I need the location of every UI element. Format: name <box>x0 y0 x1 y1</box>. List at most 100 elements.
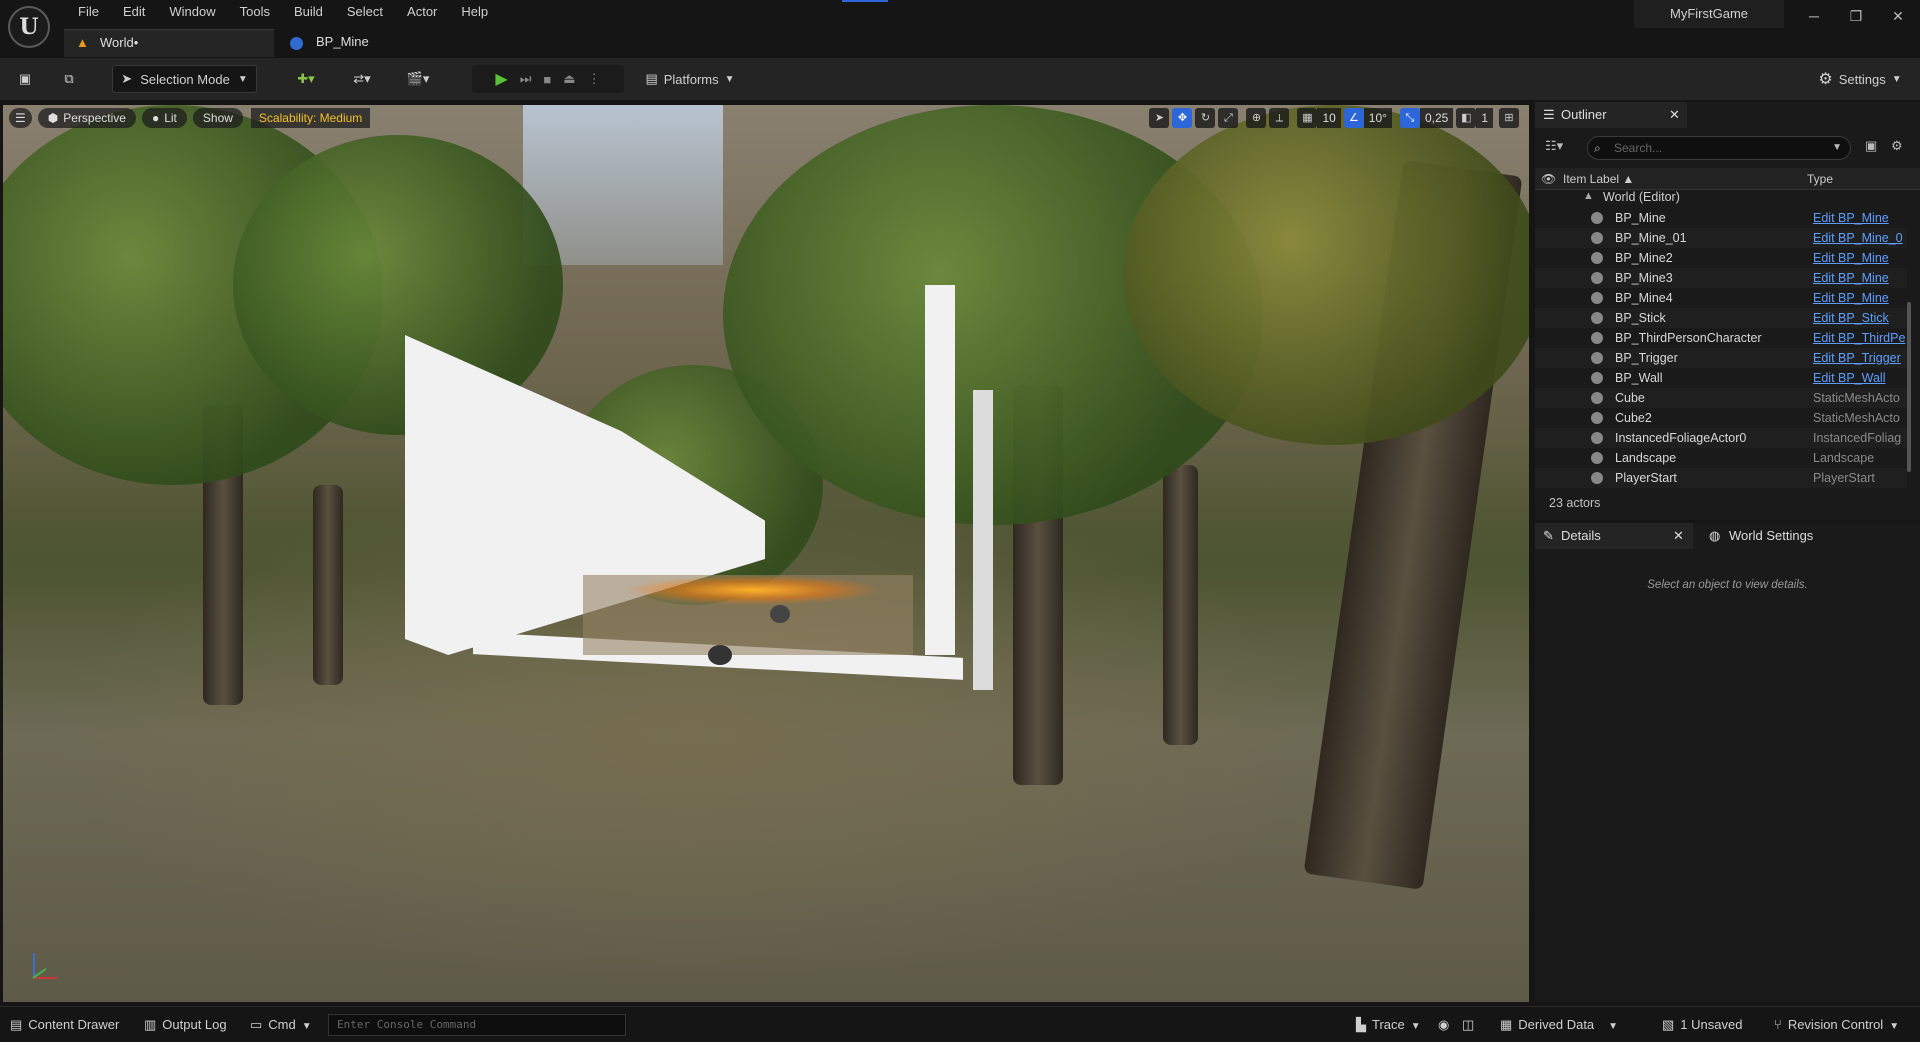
cmd-dropdown[interactable]: ▭ Cmd ▼ <box>250 1016 312 1034</box>
world-space-icon[interactable]: ⊕ <box>1246 108 1267 128</box>
add-actor-icon[interactable]: ✚▾ <box>286 65 326 93</box>
mine[interactable] <box>770 605 790 623</box>
visibility-icon[interactable]: 👁 <box>1541 168 1556 190</box>
scalability-indicator[interactable]: Scalability: Medium <box>250 108 371 128</box>
unsaved-button[interactable]: ▧ 1 Unsaved <box>1662 1016 1742 1034</box>
more-options-icon[interactable]: ⋮ <box>588 71 601 87</box>
edit-blueprint-link[interactable]: Edit BP_ThirdPe <box>1813 328 1907 348</box>
revision-control-dropdown[interactable]: ⑂ Revision Control ▼ <box>1774 1016 1899 1034</box>
surface-snap-icon[interactable]: ⟂ <box>1269 108 1290 128</box>
menu-help[interactable]: Help <box>449 3 500 21</box>
minimize-icon[interactable]: ─ <box>1796 4 1832 28</box>
scale-tool-icon[interactable]: ⤢ <box>1218 108 1239 128</box>
trace-dropdown[interactable]: ▙ Trace ▼ <box>1356 1016 1421 1034</box>
outliner-root[interactable]: ▲ World (Editor) <box>1535 190 1907 206</box>
col-item-label[interactable]: Item Label ▲ <box>1563 168 1634 190</box>
menu-select[interactable]: Select <box>335 3 395 21</box>
eject-icon[interactable]: ⏏ <box>563 71 575 87</box>
tab-world[interactable]: ▲ World• <box>64 29 274 57</box>
play-icon[interactable]: ▶ <box>495 69 507 89</box>
rotate-tool-icon[interactable]: ↻ <box>1195 108 1216 128</box>
outliner-row[interactable]: Cube2 StaticMeshActo <box>1535 408 1907 428</box>
col-type[interactable]: Type <box>1807 168 1833 190</box>
camera-speed-icon[interactable]: ◧ <box>1456 108 1477 128</box>
menu-actor[interactable]: Actor <box>395 3 449 21</box>
outliner-settings-icon[interactable]: ⚙ <box>1891 138 1903 154</box>
edit-blueprint-link[interactable]: Edit BP_Mine_0 <box>1813 228 1907 248</box>
edit-blueprint-link[interactable]: Edit BP_Trigger <box>1813 348 1907 368</box>
menu-tools[interactable]: Tools <box>228 3 282 21</box>
hamburger-icon[interactable]: ☰ <box>9 108 32 128</box>
screenshot-icon[interactable]: ◫ <box>1462 1016 1474 1034</box>
platforms-dropdown[interactable]: ▤ Platforms ▼ <box>640 65 740 93</box>
outliner-row[interactable]: Cube StaticMeshActo <box>1535 388 1907 408</box>
edit-blueprint-link[interactable]: Edit BP_Mine <box>1813 208 1907 228</box>
outliner-row[interactable]: BP_Mine Edit BP_Mine <box>1535 208 1907 228</box>
tab-bp-mine[interactable]: BP_Mine <box>280 29 480 57</box>
world-settings-tab[interactable]: ◍ World Settings <box>1703 523 1853 549</box>
lit-button[interactable]: ● Lit <box>141 108 187 128</box>
perspective-button[interactable]: ⬢ Perspective <box>37 108 136 128</box>
add-folder-icon[interactable]: ▣ <box>1865 138 1877 154</box>
camera-speed-value[interactable]: 1 <box>1476 108 1493 128</box>
menu-file[interactable]: File <box>66 3 111 21</box>
layout-icon[interactable]: ⊞ <box>1499 108 1519 128</box>
outliner-tab[interactable]: ☰ Outliner ✕ <box>1535 102 1687 128</box>
derived-data-dropdown[interactable]: ▦ Derived Data ▼ <box>1500 1016 1618 1034</box>
settings-dropdown[interactable]: ⚙ Settings ▼ <box>1812 65 1908 93</box>
snap-icon[interactable]: ⇄▾ <box>342 65 382 93</box>
edit-blueprint-link[interactable]: Edit BP_Mine <box>1813 268 1907 288</box>
scale-snap-icon[interactable]: ⤡ <box>1399 108 1420 128</box>
white-wall-right[interactable] <box>973 390 993 690</box>
scrollbar[interactable] <box>1907 302 1911 472</box>
show-button[interactable]: Show <box>192 108 243 128</box>
outliner-row[interactable]: BP_Mine_01 Edit BP_Mine_0 <box>1535 228 1907 248</box>
outliner-row[interactable]: BP_Trigger Edit BP_Trigger <box>1535 348 1907 368</box>
grid-snap-icon[interactable]: ▦ <box>1297 108 1318 128</box>
stop-icon[interactable]: ■ <box>543 72 551 87</box>
outliner-row[interactable]: InstancedFoliageActor0 InstancedFoliag <box>1535 428 1907 448</box>
save-icon[interactable]: ▣ <box>12 65 38 93</box>
scale-snap-value[interactable]: 0,25 <box>1419 108 1454 128</box>
outliner-search-input[interactable]: ⌕ Search... ▼ <box>1587 136 1851 160</box>
close-tab-icon[interactable]: ✕ <box>1669 102 1680 128</box>
menu-edit[interactable]: Edit <box>111 3 157 21</box>
menu-window[interactable]: Window <box>157 3 227 21</box>
rotation-snap-icon[interactable]: ∠ <box>1343 108 1364 128</box>
outliner-row[interactable]: BP_Stick Edit BP_Stick <box>1535 308 1907 328</box>
record-icon[interactable]: ◉ <box>1438 1016 1449 1034</box>
level-viewport[interactable]: ☰ ⬢ Perspective ● Lit Show Scalability: … <box>3 105 1529 1002</box>
mine[interactable] <box>708 645 732 665</box>
outliner-row[interactable]: BP_Mine4 Edit BP_Mine <box>1535 288 1907 308</box>
cinematics-icon[interactable]: 🎬▾ <box>398 65 438 93</box>
grid-snap-value[interactable]: 10 <box>1317 108 1341 128</box>
step-icon[interactable]: ⏭ <box>520 71 532 87</box>
outliner-row[interactable]: BP_ThirdPersonCharacter Edit BP_ThirdPe <box>1535 328 1907 348</box>
selection-mode-dropdown[interactable]: ➤ Selection Mode ▼ <box>112 65 257 93</box>
output-log-button[interactable]: ▥ Output Log <box>144 1016 227 1034</box>
content-drawer-button[interactable]: ▤ Content Drawer <box>10 1016 119 1034</box>
outliner-row[interactable]: Landscape Landscape <box>1535 448 1907 468</box>
close-window-icon[interactable]: ✕ <box>1880 4 1916 28</box>
menu-build[interactable]: Build <box>282 3 335 21</box>
edit-blueprint-link[interactable]: Edit BP_Wall <box>1813 368 1907 388</box>
outliner-row[interactable]: BP_Wall Edit BP_Wall <box>1535 368 1907 388</box>
restore-icon[interactable]: ❐ <box>1838 4 1874 28</box>
edit-blueprint-link[interactable]: Edit BP_Stick <box>1813 308 1907 328</box>
white-wall-post[interactable] <box>925 285 955 655</box>
rotation-snap-value[interactable]: 10° <box>1363 108 1392 128</box>
browse-icon[interactable]: ⧉ <box>56 65 82 93</box>
status-bar: ▤ Content Drawer ▥ Output Log ▭ Cmd ▼ Enter … <box>0 1006 1920 1042</box>
unreal-logo[interactable]: U <box>8 6 50 48</box>
select-tool-icon[interactable]: ➤ <box>1149 108 1170 128</box>
outliner-row[interactable]: PlayerStart PlayerStart <box>1535 468 1907 488</box>
console-input[interactable]: Enter Console Command <box>328 1014 626 1036</box>
translate-tool-icon[interactable]: ✥ <box>1172 108 1193 128</box>
edit-blueprint-link[interactable]: Edit BP_Mine <box>1813 288 1907 308</box>
outliner-row[interactable]: BP_Mine3 Edit BP_Mine <box>1535 268 1907 288</box>
edit-blueprint-link[interactable]: Edit BP_Mine <box>1813 248 1907 268</box>
outliner-row[interactable]: BP_Mine2 Edit BP_Mine <box>1535 248 1907 268</box>
filter-icon[interactable]: ☷▾ <box>1545 138 1563 154</box>
close-tab-icon[interactable]: ✕ <box>1673 523 1684 549</box>
details-tab[interactable]: ✎ Details ✕ <box>1535 523 1693 549</box>
